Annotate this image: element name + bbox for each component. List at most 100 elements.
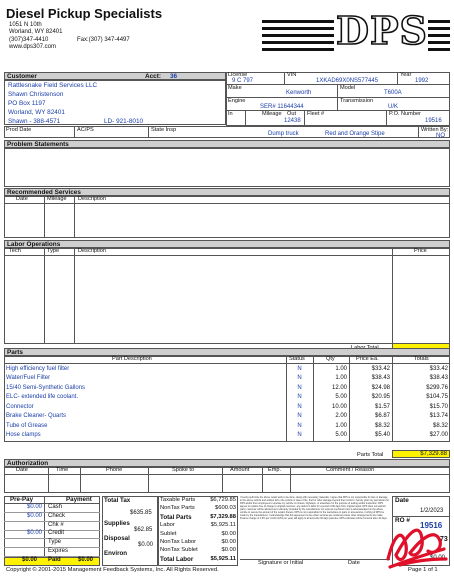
out-label: Out [287, 111, 297, 117]
parts-row: Connector N 10.00 $1.57 $15.70 [4, 402, 450, 412]
total-row-label: NonTax Parts [160, 505, 195, 512]
parts-col-totals: Totals [414, 356, 429, 362]
part-total: $33.42 [429, 365, 448, 372]
disclaimer-text: I hereby authorize the above repair work… [240, 496, 389, 520]
part-qty: 2.00 [335, 413, 347, 420]
total-row-value: $0.00 [221, 547, 236, 554]
parts-row: Hose clamps N 5.00 $5.40 $27.00 [4, 431, 450, 441]
signature-scribble [380, 515, 450, 573]
part-status: N [297, 413, 302, 420]
part-total: $8.32 [432, 422, 448, 429]
company-fax: Fax:(307) 347-4497 [77, 37, 130, 43]
part-description: Hose clamps [6, 432, 41, 439]
disposal-label: Disposal [104, 535, 130, 542]
auth-col-spoke-to: Spoke to [172, 467, 195, 473]
page-number: Page 1 of 1 [408, 567, 438, 573]
company-phone: (307)347-4410 [9, 37, 49, 43]
auth-col-date: Date [16, 467, 28, 473]
company-name: Diesel Pickup Specialists [6, 6, 163, 21]
disposal-value: $0.00 [138, 542, 154, 548]
supplies-label: Supplies [104, 520, 130, 527]
payment-type-label: Chk # [48, 521, 64, 528]
parts-row: High efficiency fuel filter N 1.00 $33.42 $3… [4, 364, 450, 374]
part-status: N [297, 394, 302, 401]
paid-value: $0.00 [78, 557, 94, 563]
total-row-label: Sublet [160, 530, 177, 537]
part-qty: 12.00 [331, 384, 347, 391]
engine-label: Engine [228, 98, 246, 104]
total-row-value: $0.00 [221, 539, 236, 545]
total-row-value: $7,329.88 [210, 513, 236, 520]
part-description: ELC- extended life coolant. [6, 394, 79, 401]
part-qty: 5.00 [335, 394, 347, 401]
mileage-label: Mileage [262, 111, 282, 117]
rec-col-description: Description [78, 196, 106, 202]
part-price-ea: $1.57 [374, 403, 390, 410]
labor-col-tech: Tech [9, 248, 21, 254]
year-value: 1992 [415, 78, 429, 84]
date-value: 1/2/2023 [420, 508, 444, 514]
vin-label: VIN [287, 72, 297, 78]
part-description: 15/40 Semi-Synthetic Gallons [6, 384, 86, 391]
part-price-ea: $5.40 [374, 432, 390, 439]
company-address-2: Worland, WY 82401 [9, 29, 63, 35]
date-label: Date [395, 497, 409, 504]
part-qty: 5.00 [335, 432, 347, 439]
signature-label: Signature or Initial [258, 560, 304, 566]
company-web: www.dps307.com [9, 44, 57, 50]
part-price-ea: $8.32 [374, 422, 390, 429]
part-price-ea: $6.87 [374, 413, 390, 420]
auth-col-phone: Phone [106, 467, 123, 473]
part-status: N [297, 375, 302, 382]
color-value: Red and Orange Stipe [325, 131, 385, 137]
customer-header: Customer Acct: 36 [4, 72, 226, 80]
part-price-ea: $24.98 [371, 384, 390, 391]
parts-row: 15/40 Semi-Synthetic Gallons N 12.00 $24.98… [4, 383, 450, 393]
part-status: N [297, 365, 302, 372]
parts-row: ELC- extended life coolant. N 5.00 $20.95 $1… [4, 393, 450, 403]
authorization-area [4, 467, 450, 493]
payment-type-label: Check [48, 512, 66, 519]
total-row-label: Labor [160, 522, 175, 529]
problem-statements-area [4, 148, 450, 187]
parts-header: Parts [4, 348, 450, 356]
parts-total-label: Parts Total [357, 452, 384, 458]
rec-col-date: Date [16, 196, 28, 202]
payment-type-label: Type [48, 539, 62, 546]
paid-label: Paid [48, 557, 61, 563]
total-tax-value: $635.85 [130, 510, 152, 516]
auth-col-time: Time [56, 467, 69, 473]
transmission-value: U/K [388, 104, 399, 110]
customer-city: Worland, WY 82401 [8, 109, 65, 116]
part-qty: 1.00 [335, 365, 347, 372]
customer-label: Customer [7, 73, 37, 80]
labor-col-description: Description [78, 248, 106, 254]
part-total: $299.76 [426, 384, 448, 391]
acct-value: 36 [170, 73, 178, 80]
state-insp-label: State Insp [151, 127, 177, 133]
part-status: N [297, 384, 302, 391]
customer-name: Rattlesnake Field Services LLC [8, 82, 98, 89]
payment-type-label: Cash [48, 504, 63, 510]
vin-value: 1XKAD69X0NS577445 [316, 78, 379, 84]
acct-label: Acct: [145, 73, 161, 80]
part-status: N [297, 403, 302, 410]
acps-label: AC/PS [77, 127, 94, 133]
parts-total-value: $7,329.88 [392, 450, 450, 458]
customer-contact: Shawn Christenson [8, 91, 64, 98]
paid-prepay-value: $0.00 [22, 557, 38, 563]
body-type-value: Dump truck [268, 131, 299, 137]
model-label: Model [340, 85, 356, 91]
out-value: 12438 [284, 118, 301, 124]
make-value: Kenworth [286, 90, 312, 96]
part-total: $13.74 [429, 413, 448, 420]
part-description: Tube of Grease [6, 422, 48, 429]
transmission-label: Transmission [340, 98, 374, 104]
parts-row: Tube of Grease N 1.00 $8.32 $8.32 [4, 421, 450, 431]
license-value: 9 C 797 [232, 78, 254, 84]
in-label: In [228, 111, 233, 117]
dps-logo: DPS [262, 6, 450, 56]
parts-col-status: Status [289, 356, 305, 362]
parts-col-description: Part Description [112, 356, 152, 362]
part-status: N [297, 422, 302, 429]
